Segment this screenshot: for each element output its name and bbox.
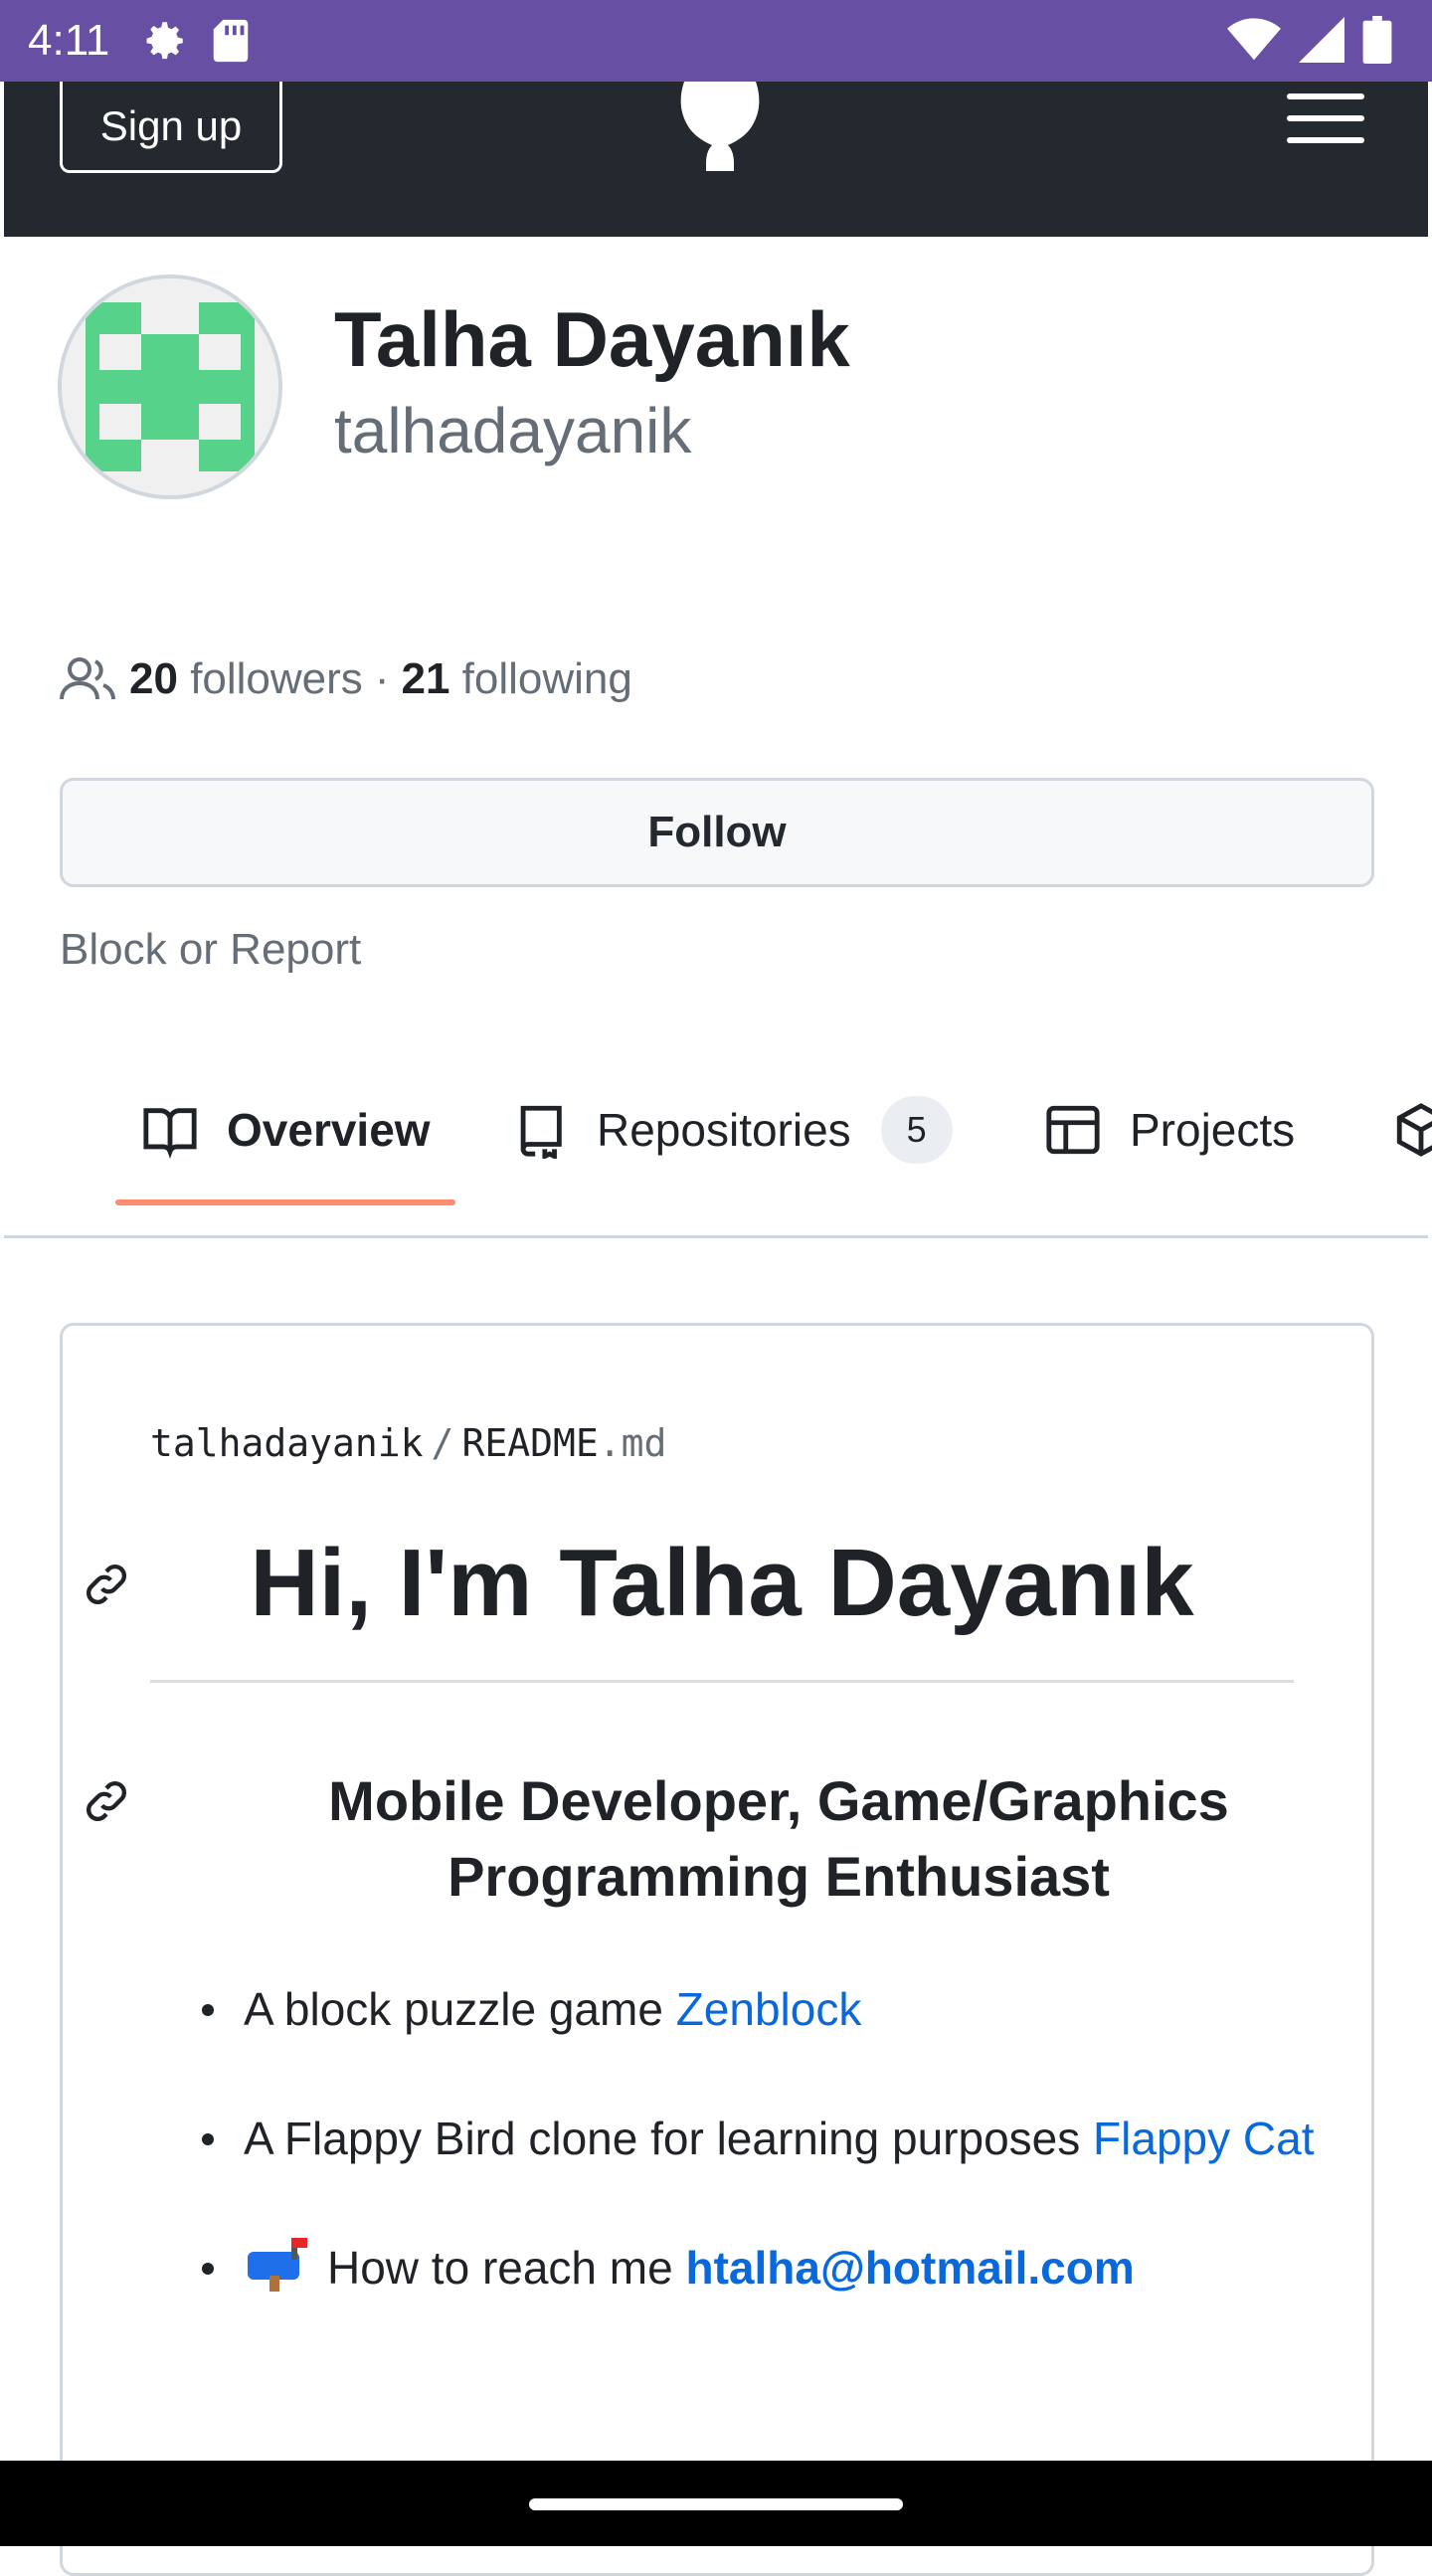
- tab-overview-label: Overview: [227, 1104, 431, 1156]
- sd-card-icon: [213, 19, 249, 63]
- list-item: A Flappy Bird clone for learning purpose…: [202, 2102, 1336, 2175]
- book-icon: [143, 1108, 197, 1159]
- follow-separator: ·: [374, 654, 390, 703]
- tab-projects[interactable]: Projects: [1044, 1090, 1295, 1170]
- profile-login: talhadayanik: [334, 395, 692, 466]
- readme-path-separator: /: [431, 1421, 454, 1465]
- readme-card: talhadayanik / README.md Hi, I'm Talha Day…: [60, 1323, 1374, 2576]
- menu-hamburger-icon[interactable]: [1287, 92, 1364, 147]
- avatar[interactable]: [58, 275, 282, 499]
- following-count: 21: [401, 654, 450, 703]
- table-icon: [1046, 1105, 1100, 1155]
- status-bar: 4:11: [0, 0, 1432, 82]
- email-link[interactable]: htalha@hotmail.com: [685, 2242, 1134, 2294]
- flappy-cat-link[interactable]: Flappy Cat: [1093, 2113, 1314, 2164]
- heading-rule: [150, 1680, 1294, 1683]
- readme-path: talhadayanik / README.md: [150, 1421, 666, 1465]
- profile-name: Talha Dayanık: [334, 295, 850, 383]
- readme-subheading: Mobile Developer, Game/Graphics Programm…: [328, 1769, 1229, 1908]
- cell-signal-icon: [1299, 17, 1344, 63]
- readme-path-ext: .md: [598, 1421, 667, 1465]
- tab-packages[interactable]: [1392, 1090, 1432, 1170]
- block-or-report-link[interactable]: Block or Report: [60, 925, 361, 975]
- status-left-icons: [139, 16, 251, 66]
- repo-icon: [520, 1105, 562, 1159]
- readme-heading: Hi, I'm Talha Dayanık: [250, 1530, 1194, 1636]
- mailbox-icon: [248, 2238, 307, 2292]
- home-gesture-handle[interactable]: [529, 2498, 903, 2510]
- people-icon: [60, 657, 115, 700]
- identicon-icon: [62, 278, 278, 495]
- status-right-icons: [1227, 16, 1392, 64]
- anchor-link-icon[interactable]: [81, 1559, 132, 1610]
- anchor-link-icon[interactable]: [81, 1775, 132, 1827]
- package-icon: [1396, 1103, 1432, 1157]
- following-label: following: [461, 654, 632, 703]
- zenblock-link[interactable]: Zenblock: [676, 1983, 862, 2035]
- followers-count: 20: [129, 654, 178, 703]
- tab-projects-label: Projects: [1130, 1104, 1296, 1156]
- readme-path-owner[interactable]: talhadayanik: [150, 1421, 424, 1465]
- profile-tabs: Overview Repositories 5 Projects: [0, 1064, 1432, 1239]
- list-item: A block puzzle game Zenblock: [202, 1972, 1336, 2046]
- list-item: How to reach me htalha@hotmail.com: [202, 2231, 1336, 2304]
- tab-overview[interactable]: Overview: [141, 1090, 431, 1170]
- battery-icon: [1362, 16, 1392, 64]
- settings-gear-icon: [146, 22, 183, 60]
- tab-repositories[interactable]: Repositories 5: [511, 1090, 953, 1170]
- wifi-icon: [1227, 18, 1281, 61]
- github-logo-icon[interactable]: [662, 82, 778, 171]
- list-item-text: How to reach me: [327, 2242, 686, 2294]
- follow-button[interactable]: Follow: [60, 778, 1374, 887]
- list-item-text: A block puzzle game: [244, 1983, 676, 2035]
- following-link[interactable]: 21 following: [401, 654, 631, 704]
- active-tab-indicator: [115, 1199, 455, 1205]
- site-header: Sign up: [4, 82, 1428, 237]
- status-time: 4:11: [28, 16, 110, 65]
- follow-stats: 20 followers · 21 following: [60, 654, 632, 704]
- followers-label: followers: [190, 654, 363, 703]
- readme-list: A block puzzle game Zenblock A Flappy Bi…: [202, 1972, 1336, 2360]
- repositories-count-badge: 5: [880, 1096, 953, 1164]
- sign-up-button[interactable]: Sign up: [60, 82, 282, 173]
- followers-link[interactable]: 20 followers: [129, 654, 363, 704]
- tabs-divider: [4, 1235, 1428, 1238]
- list-item-text: A Flappy Bird clone for learning purpose…: [244, 2113, 1094, 2164]
- tab-repositories-label: Repositories: [597, 1104, 851, 1156]
- readme-path-file[interactable]: README: [461, 1421, 598, 1465]
